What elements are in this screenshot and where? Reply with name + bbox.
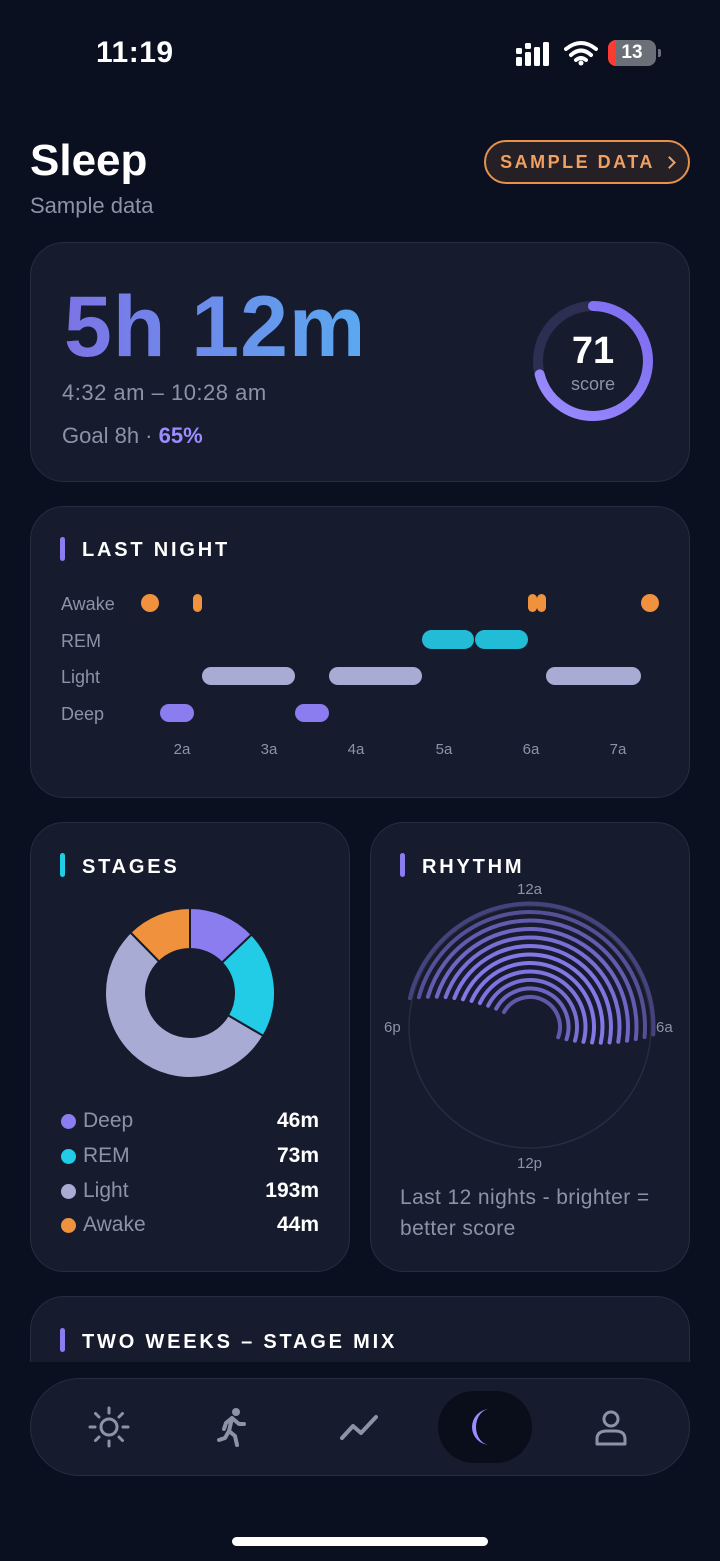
chevron-right-icon xyxy=(663,155,676,169)
legend-name-awake: Awake xyxy=(83,1213,146,1236)
rhythm-caption: Last 12 nights - brighter = better score xyxy=(400,1186,650,1240)
sleep-score-label: score xyxy=(570,374,615,394)
nav-item-activity[interactable] xyxy=(186,1391,280,1463)
sample-data-button[interactable]: SAMPLE DATA xyxy=(484,140,690,184)
hypnogram-awake-segment xyxy=(528,594,537,612)
time-tick: 2a xyxy=(173,741,191,758)
stages-title: STAGES xyxy=(82,856,180,878)
hypnogram xyxy=(141,594,659,722)
cellular-signal-icon xyxy=(516,42,549,66)
home-indicator[interactable] xyxy=(232,1537,488,1546)
rhythm-title: RHYTHM xyxy=(422,856,525,878)
status-time: 11:19 xyxy=(96,36,174,69)
legend-swatch-rem xyxy=(61,1149,76,1164)
section-accent xyxy=(60,537,65,561)
time-tick: 7a xyxy=(609,741,627,758)
hypnogram-awake-segment xyxy=(537,594,546,612)
time-tick: 5a xyxy=(435,741,453,758)
running-figure-icon xyxy=(217,1408,246,1447)
battery-level: 13 xyxy=(621,42,643,63)
legend-name-rem: REM xyxy=(83,1144,130,1167)
page-subtitle: Sample data xyxy=(30,193,154,218)
sleep-duration: 5h 12m xyxy=(64,279,367,375)
rhythm-label-left: 6p xyxy=(384,1019,401,1036)
section-accent xyxy=(400,853,405,877)
hypnogram-awake-segment xyxy=(641,594,659,612)
section-accent xyxy=(60,1328,65,1352)
legend-swatch-light xyxy=(61,1184,76,1199)
goal-percent: 65% xyxy=(158,423,203,448)
hypnogram-rem-segment xyxy=(422,630,474,649)
time-tick: 6a xyxy=(522,741,540,758)
nav-item-today[interactable] xyxy=(62,1391,156,1463)
legend-name-deep: Deep xyxy=(83,1109,134,1132)
time-tick: 4a xyxy=(347,741,365,758)
battery-icon: 13 xyxy=(608,40,661,66)
hypnogram-light-segment xyxy=(329,667,422,685)
legend-value-deep: 46m xyxy=(276,1109,319,1132)
legend-name-light: Light xyxy=(83,1179,129,1202)
sleep-goal: Goal 8h · 65% xyxy=(62,423,203,449)
sun-icon xyxy=(88,1406,130,1448)
rhythm-radial-chart xyxy=(407,901,656,1149)
hypnogram-deep-segment xyxy=(295,704,329,722)
sample-data-label: SAMPLE DATA xyxy=(500,151,655,172)
person-icon xyxy=(595,1410,627,1446)
hypnogram-light-segment xyxy=(202,667,295,685)
section-accent xyxy=(60,853,65,877)
legend-swatch-awake xyxy=(61,1218,76,1233)
hypnogram-deep-segment xyxy=(160,704,194,722)
sleep-time-range: 4:32 am – 10:28 am xyxy=(62,380,267,405)
trend-line-icon xyxy=(340,1415,378,1440)
hypnogram-rem-segment xyxy=(475,630,528,649)
hypnogram-awake-segment xyxy=(141,594,159,612)
goal-text: Goal 8h · xyxy=(62,423,159,448)
time-tick: 3a xyxy=(260,741,278,758)
moon-icon xyxy=(472,1409,490,1445)
page-title: Sleep xyxy=(30,136,148,185)
legend-value-rem: 73m xyxy=(276,1144,319,1167)
legend-value-awake: 44m xyxy=(276,1213,319,1236)
rhythm-night-arc xyxy=(502,995,562,1040)
legend-swatch-deep xyxy=(61,1114,76,1129)
nav-item-sleep[interactable] xyxy=(438,1391,532,1463)
hypnogram-awake-segment xyxy=(193,594,202,612)
stages-donut-chart xyxy=(104,906,276,1079)
rhythm-label-top: 12a xyxy=(517,881,543,898)
wifi-icon xyxy=(564,41,598,66)
sleep-score-value: 71 xyxy=(571,330,615,372)
nav-item-profile[interactable] xyxy=(564,1391,658,1463)
rhythm-label-bottom: 12p xyxy=(517,1155,543,1172)
last-night-title: LAST NIGHT xyxy=(82,539,230,561)
nav-item-trends[interactable] xyxy=(312,1391,406,1463)
hypnogram-light-segment xyxy=(546,667,641,685)
legend-value-light: 193m xyxy=(265,1179,319,1202)
two-weeks-title: TWO WEEKS – STAGE MIX xyxy=(82,1331,398,1353)
